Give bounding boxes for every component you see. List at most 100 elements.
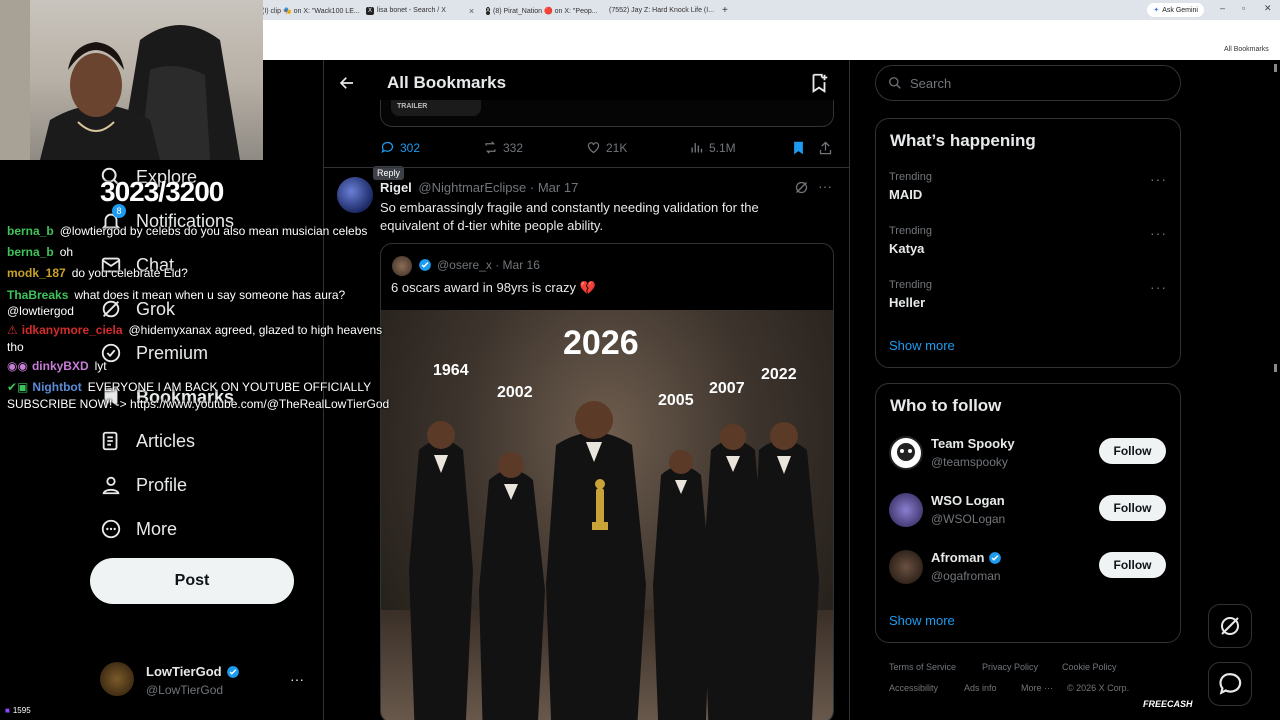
new-tab-button[interactable]: + — [722, 3, 728, 18]
year-label: 2007 — [709, 380, 745, 397]
suggestion-name: Team Spooky — [931, 436, 1015, 451]
scrollbar-thumb[interactable] — [1274, 364, 1277, 372]
share-icon[interactable] — [818, 140, 833, 161]
year-label: 1964 — [433, 362, 469, 379]
browser-tab[interactable]: (7552) Jay Z: Hard Knock Life (I...× — [606, 3, 718, 18]
trend-item[interactable]: Trending Katya — [889, 225, 932, 256]
messages-fab[interactable] — [1208, 662, 1252, 706]
follow-show-more-link[interactable]: Show more — [889, 613, 955, 628]
trend-item[interactable]: Trending MAID — [889, 171, 932, 202]
account-name: LowTierGod — [146, 664, 222, 679]
verified-icon — [989, 551, 1002, 564]
account-name-row[interactable]: LowTierGod — [146, 664, 240, 679]
author-avatar[interactable] — [337, 177, 373, 213]
grok-fab[interactable] — [1208, 604, 1252, 648]
sidebar-item-label: Articles — [136, 430, 196, 451]
chat-message: SUBSCRIBE NOW! -> https://www.youtube.co… — [7, 397, 389, 411]
trend-more-icon[interactable]: ··· — [1150, 279, 1167, 295]
trend-more-icon[interactable]: ··· — [1150, 225, 1167, 241]
ask-gemini-button[interactable]: ✦ Ask Gemini — [1147, 3, 1204, 17]
follow-suggestion[interactable]: WSO Logan @WSOLogan Follow — [889, 493, 1169, 533]
chat-badge-icon: ⚠ — [7, 323, 18, 337]
sidebar-item-label: Premium — [136, 342, 209, 363]
repost-button[interactable]: 332 — [483, 140, 523, 155]
scrollbar-up[interactable] — [1274, 64, 1277, 72]
viewer-count-value: 1595 — [12, 706, 31, 715]
x-logo-icon: X — [366, 6, 374, 15]
trailer-label: TRAILER — [391, 100, 481, 116]
views-button[interactable]: 5.1M — [689, 140, 736, 155]
quote-avatar — [392, 256, 412, 276]
account-handle: @LowTierGod — [146, 683, 224, 697]
footer-link[interactable]: More ··· — [1021, 683, 1053, 693]
close-window-icon[interactable]: ✕ — [1264, 3, 1272, 14]
post-header: Rigel @NightmarEclipse · Mar 17 — [380, 180, 579, 195]
follow-suggestion[interactable]: Afroman @ogafroman Follow — [889, 550, 1169, 590]
maximize-icon[interactable]: ▫ — [1242, 3, 1245, 13]
bookmarked-icon[interactable] — [791, 140, 806, 161]
whats-happening-title: What’s happening — [890, 131, 1036, 150]
chat-message: ⚠ idkanymore_ciela @hidemyxanax agreed, gl… — [7, 323, 382, 337]
chat-username: Nightbot — [32, 380, 82, 394]
browser-tab[interactable]: X lisa bonet - Search / X × — [366, 3, 478, 18]
suggestion-name: WSO Logan — [931, 493, 1005, 508]
reply-tooltip: Reply — [373, 166, 405, 180]
follow-button[interactable]: Follow — [1099, 495, 1166, 521]
minimize-icon[interactable]: – — [1220, 3, 1225, 13]
all-bookmarks-link[interactable]: All Bookmarks — [1224, 46, 1269, 53]
article-icon — [102, 431, 118, 451]
follow-button[interactable]: Follow — [1099, 438, 1166, 464]
bookmark-folder-icon[interactable] — [808, 72, 830, 99]
sidebar-item-more[interactable]: More — [100, 518, 177, 540]
browser-tab[interactable]: X (8) Pirat_Nation 🔴 on X: "Peop...× — [486, 3, 598, 18]
chat-message: berna_b @lowtiergod by celebs do you also… — [7, 224, 367, 238]
chat-message: ◉◉ dinkyBXD lyt — [7, 359, 107, 373]
post-button[interactable]: Post — [90, 558, 294, 604]
grok-icon — [1221, 617, 1239, 635]
follow-suggestion[interactable]: Team Spooky @teamspooky Follow — [889, 436, 1169, 476]
quote-card[interactable]: @osere_x · Mar 16 6 oscars award in 98yr… — [380, 243, 834, 720]
browser-tab[interactable]: (I) clip 🎭 on X: "Wack100 LE...× — [262, 3, 362, 18]
viewer-icon: ■ — [5, 706, 10, 715]
trends-show-more-link[interactable]: Show more — [889, 338, 955, 353]
author-handle[interactable]: @NightmarEclipse — [418, 180, 526, 195]
chat-text: tho — [7, 340, 24, 354]
views-icon — [691, 143, 703, 153]
follow-button[interactable]: Follow — [1099, 552, 1166, 578]
back-arrow-icon[interactable] — [338, 74, 356, 97]
footer-link[interactable]: Ads info — [964, 683, 997, 693]
chat-username: berna_b — [7, 224, 54, 238]
author-name[interactable]: Rigel — [380, 180, 412, 195]
freecash-watermark: FREECASH — [1143, 699, 1193, 709]
chat-message: ✔▣ Nightbot EVERYONE I AM BACK ON YOUTUBE … — [7, 380, 371, 394]
reply-button[interactable]: 302 — [380, 140, 420, 155]
grok-icon[interactable] — [794, 180, 809, 200]
like-button[interactable]: 21K — [586, 140, 627, 155]
suggestion-name: Afroman — [931, 550, 985, 565]
search-input[interactable]: Search — [875, 65, 1181, 101]
post-more-icon[interactable]: ··· — [818, 178, 832, 194]
tab-label: lisa bonet - Search / X — [377, 7, 446, 14]
footer-copyright: © 2026 X Corp. — [1067, 683, 1130, 693]
sidebar-item-label: More — [136, 518, 178, 539]
close-tab-icon[interactable]: × — [469, 6, 474, 16]
quote-image[interactable]: 2026 1964 2002 2005 2007 2022 — [381, 310, 833, 720]
search-placeholder: Search — [910, 75, 952, 91]
post-date[interactable]: Mar 17 — [538, 180, 578, 195]
sidebar-item-profile[interactable]: Profile — [100, 474, 187, 496]
sidebar-item-articles[interactable]: Articles — [100, 430, 195, 452]
footer-link[interactable]: Accessibility — [889, 683, 938, 693]
trend-item[interactable]: Trending Heller — [889, 279, 932, 310]
previous-media-card[interactable]: TRAILER — [380, 100, 834, 127]
account-avatar[interactable] — [100, 662, 134, 696]
sidebar-item-premium[interactable]: Premium — [100, 342, 208, 364]
sidebar-item-label: Profile — [136, 474, 188, 495]
footer-link[interactable]: Cookie Policy — [1062, 662, 1117, 672]
footer-link[interactable]: Terms of Service — [889, 662, 956, 672]
trend-more-icon[interactable]: ··· — [1150, 171, 1167, 187]
chat-text: @lowtiergod by celebs do you also mean m… — [59, 224, 368, 238]
footer-link[interactable]: Privacy Policy — [982, 662, 1038, 672]
suggestion-avatar — [889, 550, 923, 584]
account-more-icon[interactable]: ··· — [290, 671, 304, 687]
reply-icon — [381, 141, 394, 154]
